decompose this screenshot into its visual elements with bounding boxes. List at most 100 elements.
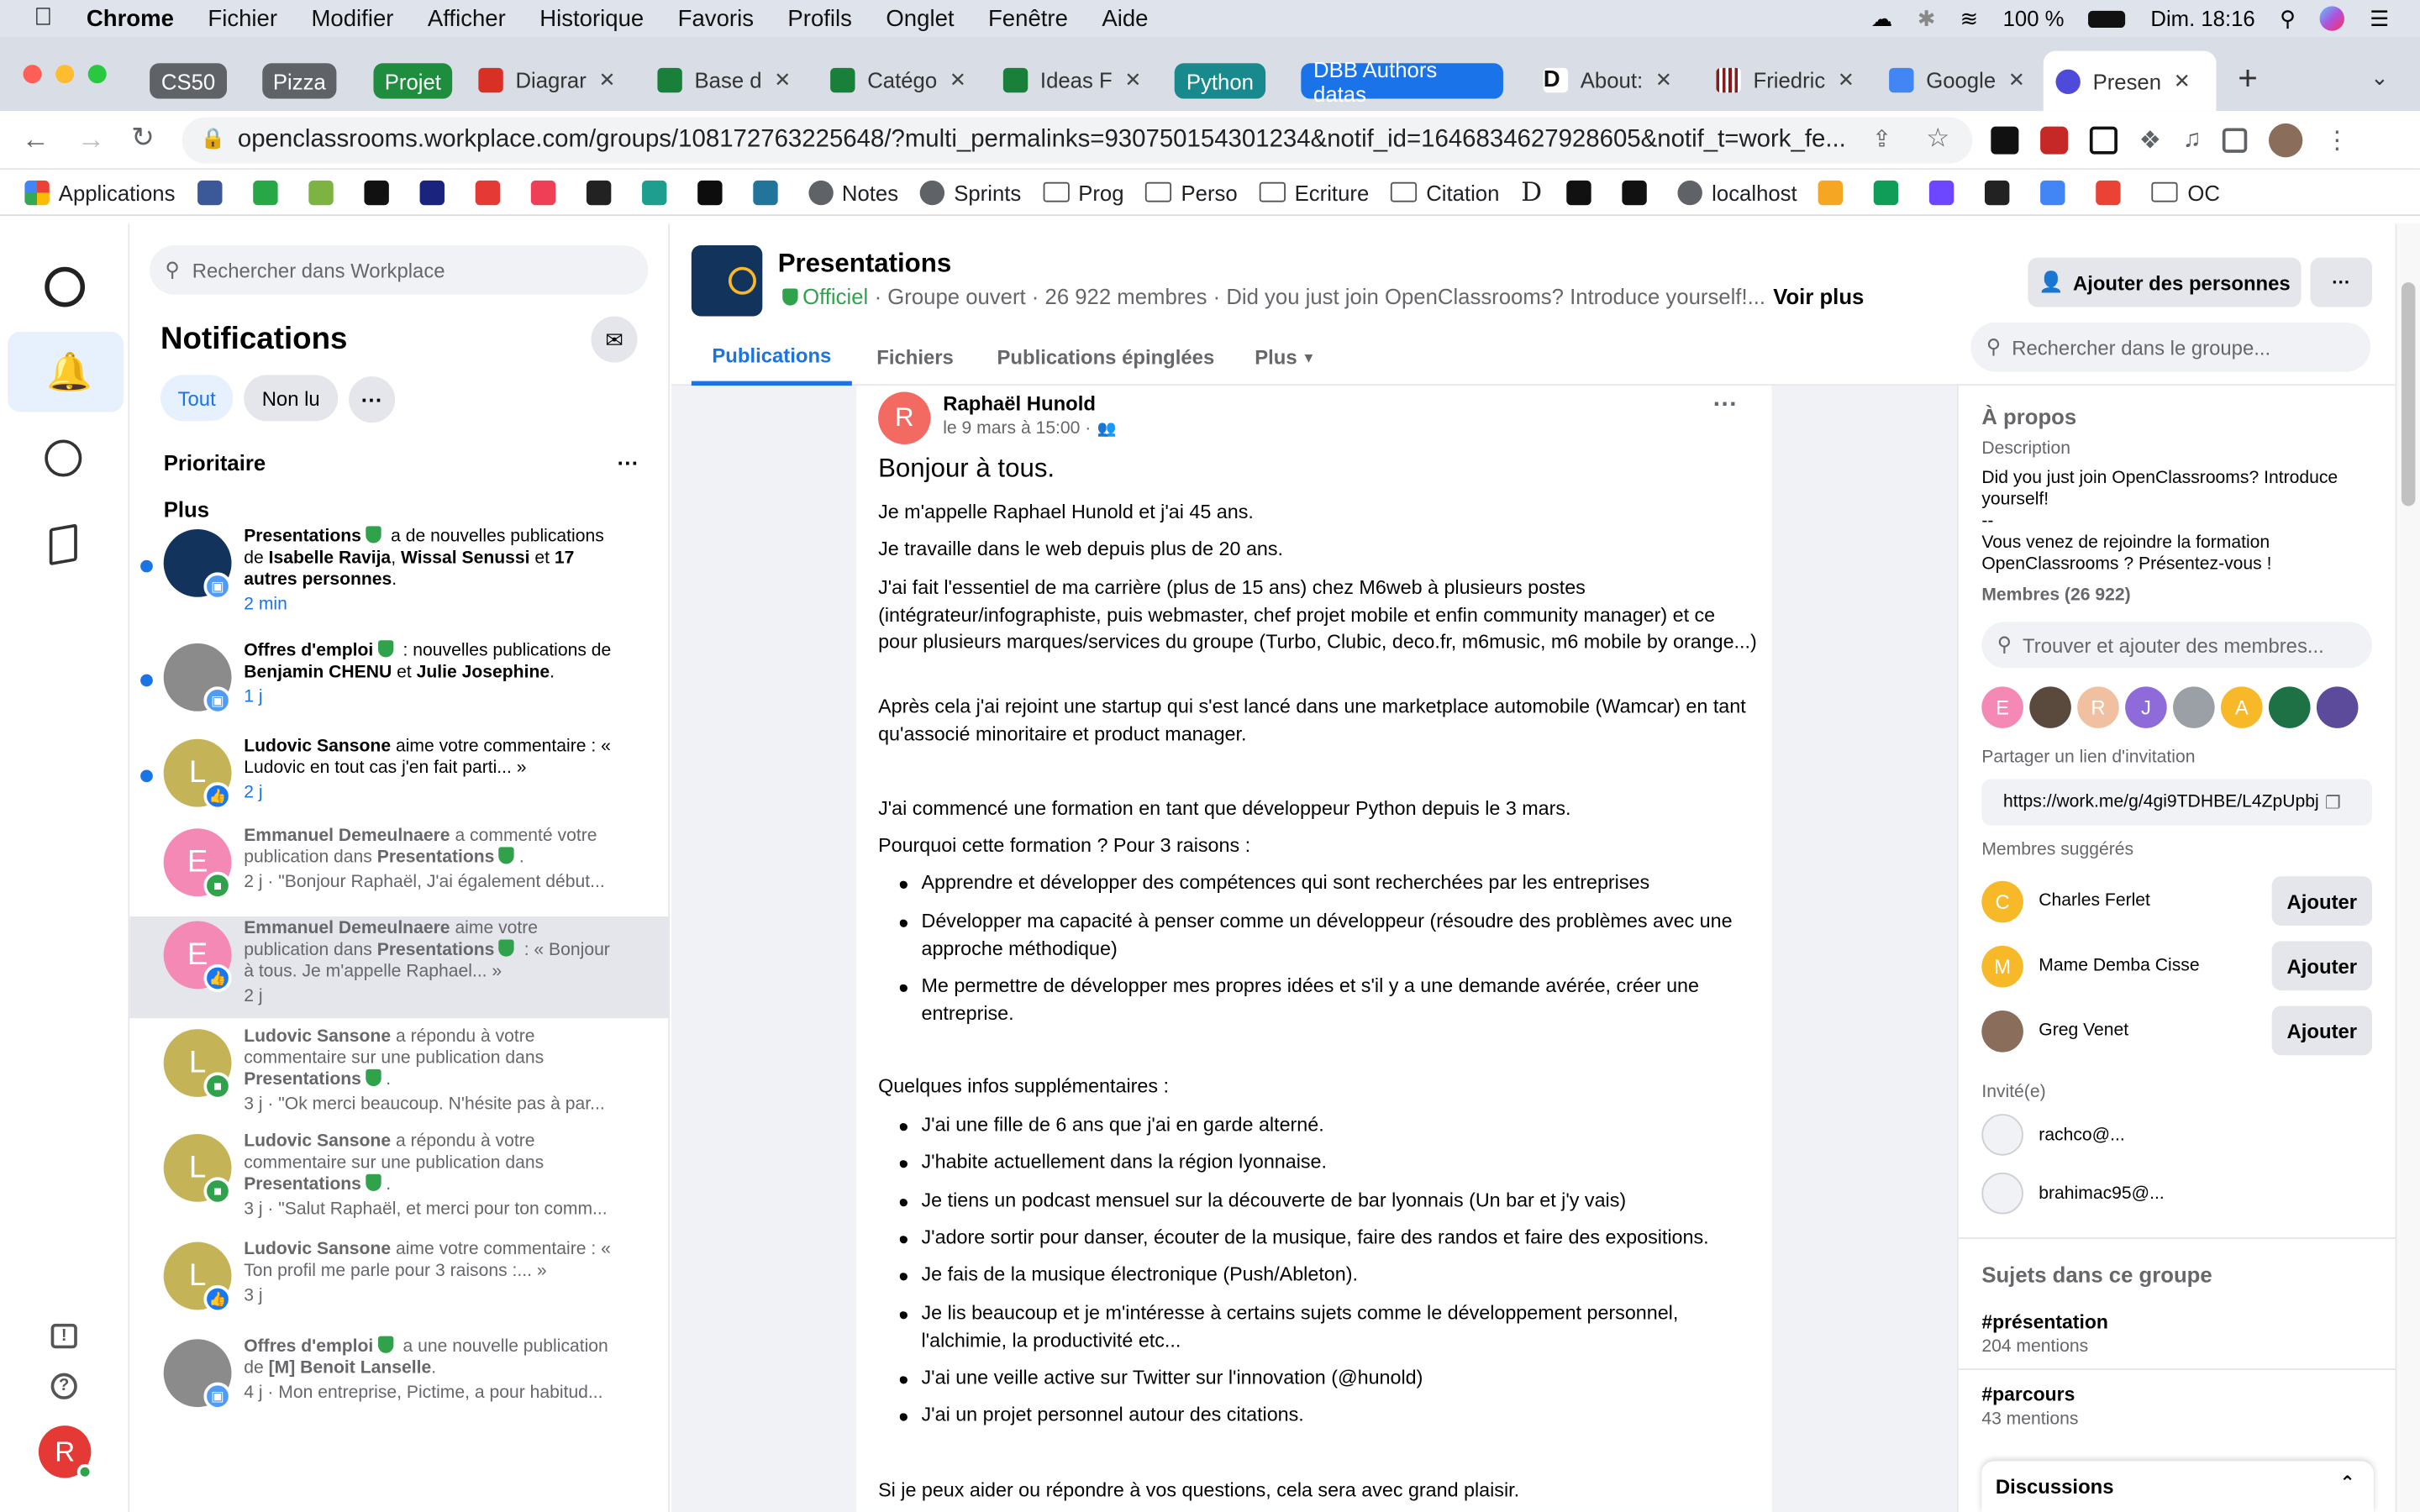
bookmark-item[interactable]: Citation	[1390, 180, 1499, 204]
bookmark-item[interactable]: Applications	[24, 179, 175, 205]
suggested-name[interactable]: Mame Demba Cisse	[2039, 957, 2199, 975]
suggested-avatar[interactable]: C	[1981, 879, 2023, 922]
suggested-avatar[interactable]: M	[1981, 944, 2023, 987]
workplace-logo-icon[interactable]	[45, 266, 86, 307]
battery-percent[interactable]: 100 %	[2003, 6, 2065, 30]
tab-presentations-active[interactable]: Presen ✕	[2043, 50, 2217, 112]
bookmark-item[interactable]: Prog	[1042, 180, 1124, 204]
close-window-button[interactable]	[23, 65, 42, 84]
spotlight-search-icon[interactable]: ⚲	[2280, 5, 2296, 31]
battery-icon[interactable]	[2088, 9, 2126, 28]
bookmark-item[interactable]	[1566, 179, 1601, 205]
member-avatar[interactable]	[2268, 686, 2311, 728]
bookmark-item[interactable]: Notes	[808, 179, 898, 205]
bookmark-item[interactable]	[418, 179, 453, 205]
menubar-clock[interactable]: Dim. 18:16	[2150, 6, 2254, 30]
tab-ideas[interactable]: Ideas F ✕	[991, 55, 1157, 105]
menu-modifier[interactable]: Modifier	[311, 5, 393, 31]
apple-icon[interactable]: 	[34, 5, 52, 33]
menu-fenetre[interactable]: Fenêtre	[988, 5, 1068, 31]
feedback-icon[interactable]: !	[50, 1323, 77, 1349]
notification-item[interactable]: L ■ Ludovic Sansone a répondu à votre comm…	[129, 1121, 668, 1223]
chat-icon[interactable]	[45, 439, 82, 477]
filter-all-tab[interactable]: Tout	[160, 375, 234, 422]
tab-publications[interactable]: Publications	[691, 328, 852, 386]
bookmark-item[interactable]: Ecriture	[1259, 180, 1369, 204]
filter-more-button[interactable]: ···	[349, 376, 396, 423]
member-avatar[interactable]: R	[2077, 686, 2119, 728]
back-icon[interactable]: ←	[22, 123, 50, 156]
chrome-menu-icon[interactable]: ⋮	[2325, 125, 2349, 156]
menu-onglet[interactable]: Onglet	[886, 5, 954, 31]
menu-afficher[interactable]: Afficher	[428, 5, 506, 31]
close-tab-icon[interactable]: ✕	[1124, 68, 1141, 92]
member-avatar[interactable]: A	[2221, 686, 2263, 728]
tab-group-dbb-authors[interactable]: DBB Authors datas	[1301, 56, 1503, 106]
group-name[interactable]: Presentations	[778, 249, 952, 280]
side-panel-icon[interactable]	[2223, 128, 2248, 153]
address-bar[interactable]: 🔒 openclassrooms.workplace.com/groups/10…	[182, 117, 1973, 164]
menubar-app-name[interactable]: Chrome	[87, 5, 174, 31]
post-options-button[interactable]: ···	[1713, 392, 1738, 419]
tab-group-pizza[interactable]: Pizza	[262, 63, 337, 99]
tab-friedrich[interactable]: Friedric ✕	[1704, 55, 1870, 105]
extensions-puzzle-icon[interactable]: ❖	[2139, 125, 2161, 156]
menu-fichier[interactable]: Fichier	[208, 5, 277, 31]
tab-google[interactable]: Google ✕	[1876, 55, 2043, 105]
tab-more[interactable]: Plus ▼	[1241, 328, 1329, 386]
tab-about[interactable]: D About: ✕	[1531, 55, 1686, 105]
member-avatar[interactable]	[2173, 686, 2215, 728]
tab-pinned-posts[interactable]: Publications épinglées	[983, 328, 1228, 386]
notification-item[interactable]: ▣ Offres d'emploi a une nouvelle publicat…	[129, 1327, 668, 1429]
topic-item[interactable]: #présentation 204 mentions	[1981, 1311, 2108, 1356]
bookmark-item[interactable]	[752, 179, 786, 205]
invited-member[interactable]: rachco@...	[1981, 1114, 2125, 1156]
priority-more-icon[interactable]: ···	[618, 450, 639, 475]
close-tab-icon[interactable]: ✕	[2174, 69, 2191, 93]
tab-group-python[interactable]: Python	[1174, 63, 1266, 99]
notification-item[interactable]: L 👍 Ludovic Sansone aime votre commentaire…	[129, 727, 668, 828]
wifi-icon[interactable]: ≋	[1960, 5, 1979, 31]
close-tab-icon[interactable]: ✕	[2008, 68, 2025, 92]
bookmark-item[interactable]	[697, 179, 730, 205]
profile-avatar-icon[interactable]	[2269, 123, 2303, 158]
menu-aide[interactable]: Aide	[1102, 5, 1148, 31]
invite-link-field[interactable]: https://work.me/g/4gi9TDHBE/L4ZpUpbj ❐	[1981, 779, 2373, 826]
see-more-link[interactable]: Voir plus	[1773, 284, 1864, 308]
maximize-window-button[interactable]	[87, 65, 107, 84]
knowledge-library-icon[interactable]	[49, 523, 77, 566]
menu-historique[interactable]: Historique	[539, 5, 644, 31]
suggested-name[interactable]: Greg Venet	[2039, 1021, 2128, 1040]
control-center-icon[interactable]: ☰	[2370, 5, 2389, 31]
bookmark-item[interactable]	[641, 179, 675, 205]
reload-icon[interactable]: ↻	[131, 122, 155, 155]
bookmark-item[interactable]	[529, 179, 564, 205]
close-tab-icon[interactable]: ✕	[774, 68, 791, 92]
bookmark-item[interactable]: D	[1521, 176, 1545, 207]
share-icon[interactable]: ⇪	[1872, 125, 1891, 153]
invited-member[interactable]: brahimac95@...	[1981, 1172, 2165, 1215]
tab-files[interactable]: Fichiers	[863, 328, 968, 386]
bookmark-item[interactable]	[2040, 179, 2075, 205]
notification-item[interactable]: ▣ Presentations a de nouvelles publicatio…	[129, 517, 668, 618]
bookmark-item[interactable]	[1818, 179, 1852, 205]
add-member-button[interactable]: Ajouter	[2271, 1005, 2373, 1056]
notification-item[interactable]: E 👍 Emmanuel Demeulnaere aime votre public…	[129, 916, 669, 1019]
notification-item[interactable]: E ■ Emmanuel Demeulnaere a commenté votre …	[129, 816, 668, 918]
post-author-avatar[interactable]: R	[878, 391, 931, 444]
group-more-button[interactable]: ···	[2310, 257, 2373, 307]
extension-notion-icon[interactable]	[2089, 126, 2118, 155]
bookmark-item[interactable]	[252, 179, 286, 205]
page-scrollbar[interactable]	[2395, 223, 2420, 1512]
new-tab-button[interactable]: +	[2238, 59, 2258, 99]
menu-profils[interactable]: Profils	[787, 5, 852, 31]
scrollbar-thumb[interactable]	[2401, 282, 2416, 507]
workplace-search-input[interactable]: ⚲ Rechercher dans Workplace	[150, 245, 649, 295]
bookmark-star-icon[interactable]: ☆	[1926, 123, 1949, 155]
post-author-name[interactable]: Raphaël Hunold	[943, 391, 1096, 417]
bookmark-item[interactable]	[1985, 179, 2019, 205]
bookmark-item[interactable]	[1929, 179, 1964, 205]
extension-shield-icon[interactable]	[2040, 126, 2069, 155]
menu-favoris[interactable]: Favoris	[678, 5, 754, 31]
bookmark-item[interactable]	[474, 179, 508, 205]
